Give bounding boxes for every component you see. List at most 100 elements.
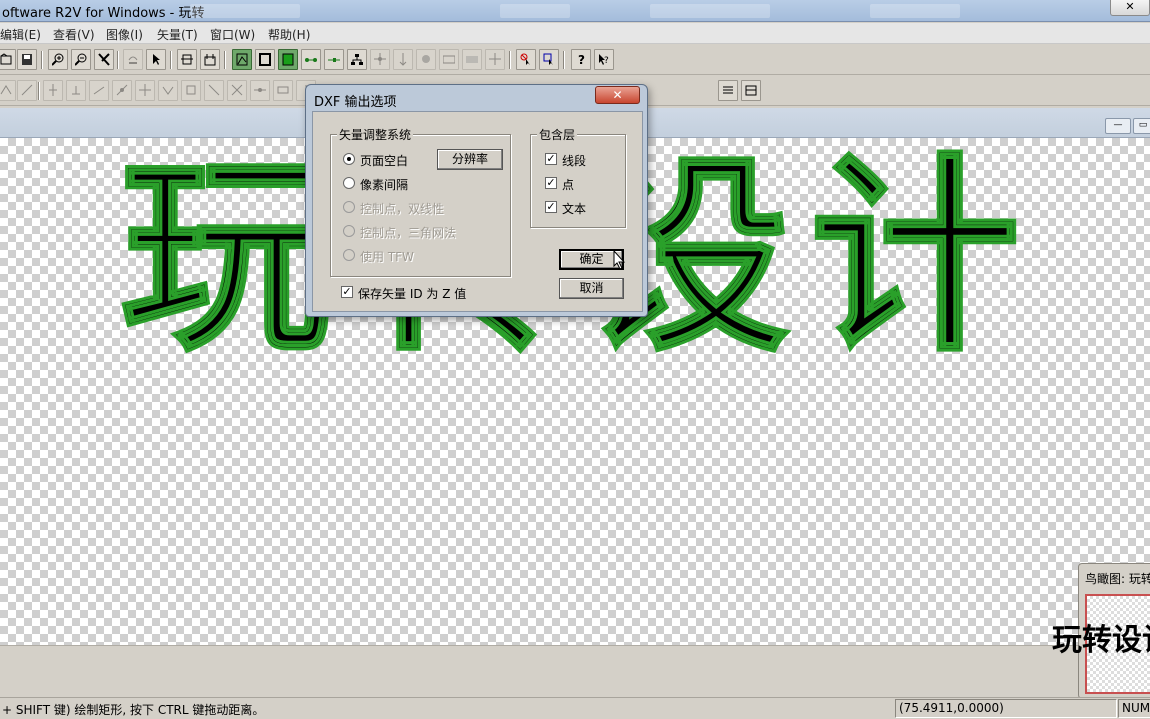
tool-i-icon[interactable] <box>181 80 201 101</box>
tool-d-icon[interactable] <box>66 80 86 101</box>
context-help-icon[interactable]: ? <box>594 49 614 70</box>
node-edit-icon[interactable] <box>232 49 252 70</box>
vector-adjust-group-label: 矢量调整系统 <box>337 126 414 143</box>
radio-disabled-icon <box>343 201 355 213</box>
include-layers-group-label: 包含层 <box>537 126 578 143</box>
radio-pixel-spacing[interactable]: 像素间隔 <box>343 175 463 192</box>
radio-icon[interactable] <box>343 177 355 189</box>
tool-m-icon[interactable] <box>273 80 293 101</box>
undo-icon[interactable] <box>123 49 143 70</box>
checkbox-checked-icon[interactable]: ✓ <box>341 286 353 298</box>
circle-icon[interactable] <box>416 49 436 70</box>
point-icon[interactable] <box>370 49 390 70</box>
checkbox-label: 线段 <box>562 154 587 168</box>
document-minimize-button[interactable]: — <box>1105 118 1131 134</box>
svg-text:?: ? <box>604 56 609 66</box>
radio-label: 控制点，三角网法 <box>360 226 457 240</box>
radio-control-bilinear: 控制点，双线性 <box>343 199 483 216</box>
toolbar-separator <box>563 51 565 69</box>
resolution-button[interactable]: 分辨率 <box>437 149 503 170</box>
checkbox-checked-icon[interactable]: ✓ <box>545 201 557 213</box>
tool-f-icon[interactable] <box>112 80 132 101</box>
dxf-export-dialog: DXF 输出选项 ✕ 矢量调整系统 页面空白 分辨率 像素间隔 控制点，双线性 … <box>305 84 648 317</box>
menu-view[interactable]: 查看(V) <box>53 26 95 43</box>
menu-edit[interactable]: 编辑(E) <box>0 26 41 43</box>
radio-disabled-icon <box>343 249 355 261</box>
delete-select-icon[interactable] <box>516 49 536 70</box>
checkbox-label: 文本 <box>562 202 587 216</box>
checkbox-label: 点 <box>562 178 575 192</box>
line-end-icon[interactable] <box>324 49 344 70</box>
horizontal-scrollbar[interactable] <box>0 645 1150 667</box>
layer-props-icon[interactable] <box>741 80 761 101</box>
toolbar-separator <box>170 51 172 69</box>
status-coords: (75.4911,0.0000) <box>895 699 1117 718</box>
cross-icon[interactable] <box>485 49 505 70</box>
check-save-id-z[interactable]: ✓ 保存矢量 ID 为 Z 值 <box>341 284 521 301</box>
close-icon[interactable]: ✕ <box>595 86 640 104</box>
layout-icon[interactable] <box>200 49 220 70</box>
tool-k-icon[interactable] <box>227 80 247 101</box>
tool-j-icon[interactable] <box>204 80 224 101</box>
checkbox-checked-icon[interactable]: ✓ <box>545 177 557 189</box>
fit-icon[interactable] <box>177 49 197 70</box>
zoom-out-icon[interactable] <box>71 49 91 70</box>
tool-a-icon[interactable] <box>0 80 16 101</box>
abc-icon[interactable] <box>462 49 482 70</box>
fill-icon[interactable] <box>278 49 298 70</box>
layer-list-icon[interactable] <box>718 80 738 101</box>
check-text[interactable]: ✓ 文本 <box>545 199 615 216</box>
checkbox-checked-icon[interactable]: ✓ <box>545 153 557 165</box>
open-icon[interactable] <box>0 49 16 70</box>
tool-l-icon[interactable] <box>250 80 270 101</box>
toolbar-separator <box>41 51 43 69</box>
pointer-icon[interactable] <box>146 49 166 70</box>
radio-selected-icon[interactable] <box>343 153 355 165</box>
line-node-icon[interactable] <box>301 49 321 70</box>
toolbar-separator <box>224 51 226 69</box>
svg-text:?: ? <box>578 53 585 66</box>
background-tab-ghost <box>500 4 570 18</box>
toolbar-separator <box>509 51 511 69</box>
abc-outline-icon[interactable] <box>439 49 459 70</box>
zoom-in-icon[interactable] <box>48 49 68 70</box>
menu-vector[interactable]: 矢量(T) <box>157 26 198 43</box>
check-points[interactable]: ✓ 点 <box>545 175 615 192</box>
check-segments[interactable]: ✓ 线段 <box>545 151 615 168</box>
tool-b-icon[interactable] <box>17 80 37 101</box>
save-icon[interactable] <box>17 49 37 70</box>
split-icon[interactable] <box>393 49 413 70</box>
radio-label: 页面空白 <box>360 154 409 168</box>
radio-page-blank[interactable]: 页面空白 <box>343 151 443 168</box>
status-num: NUM <box>1118 699 1150 718</box>
cancel-button[interactable]: 取消 <box>559 278 624 299</box>
window-titlebar: oftware R2V for Windows - 玩转 ✕ <box>0 0 1150 22</box>
dialog-title: DXF 输出选项 <box>314 95 397 110</box>
radio-disabled-icon <box>343 225 355 237</box>
help-icon[interactable]: ? <box>571 49 591 70</box>
tool-c-icon[interactable] <box>43 80 63 101</box>
radio-label: 使用 TFW <box>360 250 414 264</box>
status-bar: + SHIFT 键) 绘制矩形, 按下 CTRL 键拖动距离。 (75.4911… <box>0 697 1150 719</box>
menu-help[interactable]: 帮助(H) <box>268 26 310 43</box>
tree-icon[interactable] <box>347 49 367 70</box>
tool-e-icon[interactable] <box>89 80 109 101</box>
birdseye-preview-text: 玩转设计 <box>1052 623 1150 658</box>
node-select-icon[interactable] <box>539 49 559 70</box>
menu-image[interactable]: 图像(I) <box>106 26 143 43</box>
background-tab-ghost <box>870 4 960 18</box>
document-restore-button[interactable]: ▭ <box>1133 118 1150 134</box>
tool-h-icon[interactable] <box>158 80 178 101</box>
menu-window[interactable]: 窗口(W) <box>210 26 255 43</box>
frame-icon[interactable] <box>255 49 275 70</box>
birdseye-title: 鸟瞰图: 玩转 <box>1085 572 1150 586</box>
select-vector-icon[interactable] <box>94 49 114 70</box>
mouse-cursor-icon <box>613 250 625 270</box>
tool-g-icon[interactable] <box>135 80 155 101</box>
radio-control-tin: 控制点，三角网法 <box>343 223 493 240</box>
background-tab-ghost <box>650 4 770 18</box>
vector-adjust-group: 矢量调整系统 页面空白 分辨率 像素间隔 控制点，双线性 控制点，三角网法 使用… <box>330 126 511 277</box>
window-close-button[interactable]: ✕ <box>1110 0 1150 16</box>
checkbox-label: 保存矢量 ID 为 Z 值 <box>358 287 467 301</box>
radio-use-tfw: 使用 TFW <box>343 247 463 264</box>
